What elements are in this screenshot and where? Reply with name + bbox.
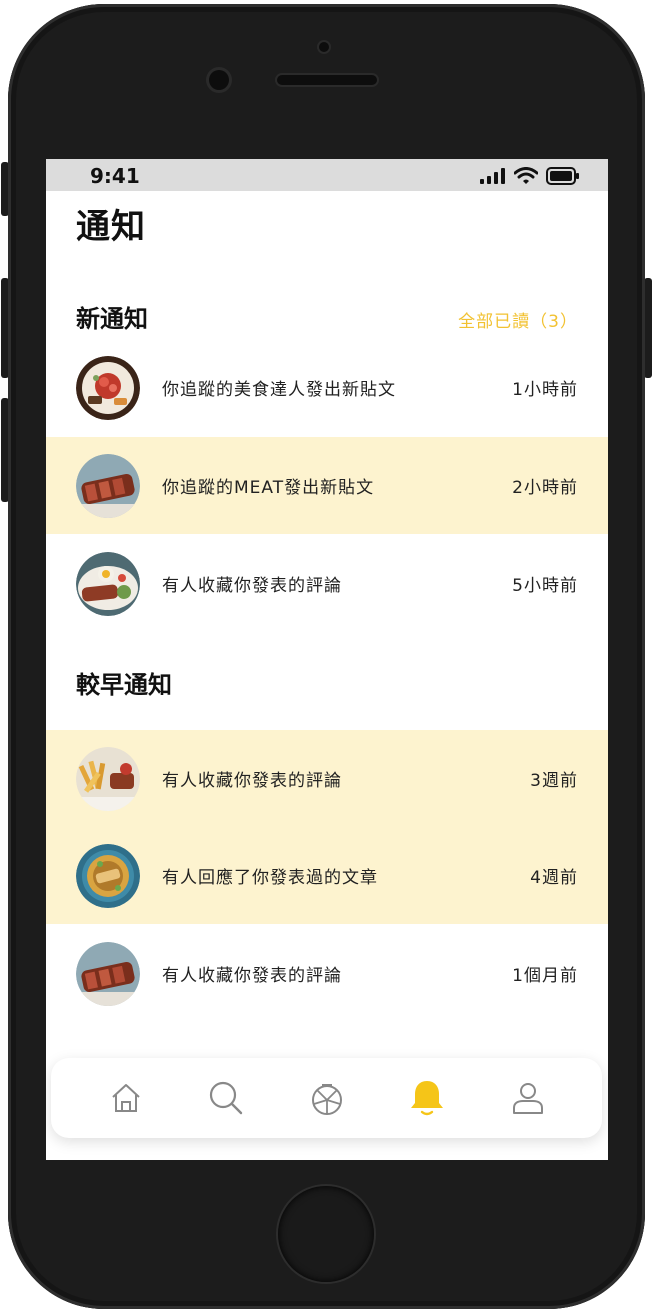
tab-explore[interactable] bbox=[305, 1076, 349, 1120]
notification-time: 5小時前 bbox=[512, 576, 578, 596]
food-thumbnail bbox=[76, 355, 140, 420]
notification-row[interactable]: 有人回應了你發表過的文章 4週前 bbox=[46, 827, 608, 924]
food-thumbnail bbox=[76, 746, 140, 811]
food-thumbnail bbox=[76, 843, 140, 908]
notification-time: 1小時前 bbox=[512, 380, 578, 400]
signal-icon bbox=[480, 168, 505, 184]
food-thumbnail bbox=[76, 551, 140, 616]
proximity-sensor bbox=[209, 70, 229, 90]
notification-text: 你追蹤的美食達人發出新貼文 bbox=[162, 380, 396, 400]
mark-all-read-button[interactable]: 全部已讀（3） bbox=[458, 307, 578, 332]
home-button[interactable] bbox=[278, 1186, 374, 1282]
notification-time: 3週前 bbox=[530, 771, 578, 791]
notification-row[interactable]: 你追蹤的MEAT發出新貼文 2小時前 bbox=[46, 437, 608, 534]
search-icon bbox=[209, 1081, 243, 1115]
page-title: 通知 bbox=[76, 207, 146, 247]
status-bar: 9:41 bbox=[46, 159, 608, 191]
tab-home[interactable] bbox=[104, 1076, 148, 1120]
wifi-icon bbox=[514, 167, 538, 184]
food-thumbnail bbox=[76, 941, 140, 1006]
notification-text: 有人回應了你發表過的文章 bbox=[162, 868, 378, 888]
earpiece-speaker bbox=[277, 75, 377, 85]
status-icons bbox=[480, 167, 580, 185]
notification-time: 4週前 bbox=[530, 868, 578, 888]
notification-row[interactable]: 有人收藏你發表的評論 1個月前 bbox=[46, 925, 608, 1022]
tab-profile[interactable] bbox=[506, 1076, 550, 1120]
food-thumbnail bbox=[76, 453, 140, 518]
user-icon bbox=[513, 1083, 543, 1114]
notification-row[interactable]: 有人收藏你發表的評論 5小時前 bbox=[46, 535, 608, 632]
new-section-title: 新通知 bbox=[76, 305, 148, 333]
front-camera bbox=[319, 42, 329, 52]
status-time: 9:41 bbox=[90, 164, 140, 188]
tab-search[interactable] bbox=[204, 1076, 248, 1120]
notification-text: 有人收藏你發表的評論 bbox=[162, 771, 342, 791]
notification-text: 有人收藏你發表的評論 bbox=[162, 576, 342, 596]
screen: 9:41 通知 新通知 全部已讀（3） 你追蹤的美食達人發出新貼文 1小時前 你… bbox=[46, 159, 608, 1160]
notification-time: 1個月前 bbox=[512, 966, 578, 986]
bell-icon bbox=[411, 1081, 443, 1116]
notification-row[interactable]: 有人收藏你發表的評論 3週前 bbox=[46, 730, 608, 827]
notification-text: 你追蹤的MEAT發出新貼文 bbox=[162, 478, 375, 498]
power-button bbox=[644, 278, 652, 378]
pizza-icon bbox=[312, 1084, 342, 1115]
notification-time: 2小時前 bbox=[512, 478, 578, 498]
notification-text: 有人收藏你發表的評論 bbox=[162, 966, 342, 986]
battery-icon bbox=[546, 167, 579, 185]
home-icon bbox=[112, 1084, 140, 1112]
bottom-tab-bar bbox=[51, 1058, 602, 1138]
tab-notifications[interactable] bbox=[405, 1076, 449, 1120]
earlier-section-title: 較早通知 bbox=[76, 671, 172, 699]
notification-row[interactable]: 你追蹤的美食達人發出新貼文 1小時前 bbox=[46, 339, 608, 436]
